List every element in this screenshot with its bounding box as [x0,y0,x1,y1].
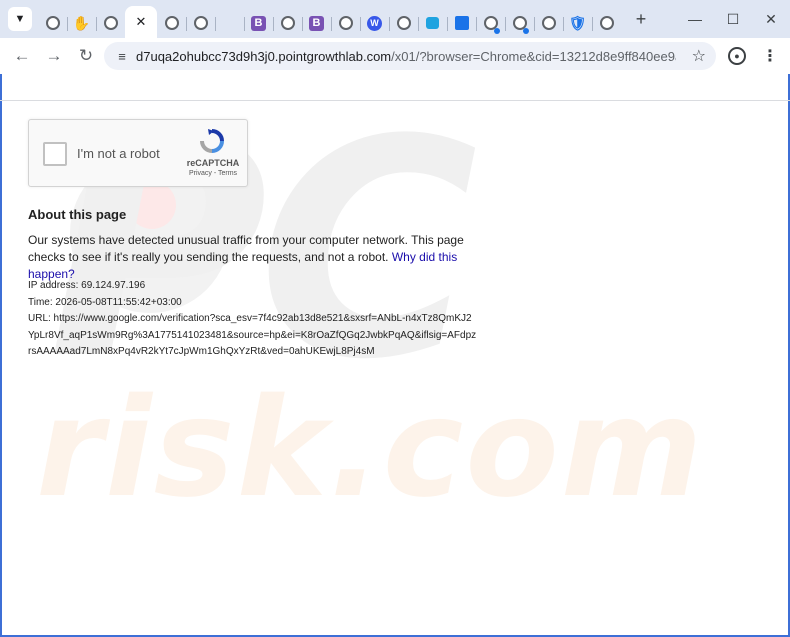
globe-icon [396,16,411,30]
forward-button[interactable]: → [40,42,68,70]
close-icon: ✕ [765,10,777,27]
new-tab-button[interactable]: + [629,7,653,31]
site-info-button[interactable]: ≡ [108,42,136,70]
url-path: /x01/?browser=Chrome&cid=13212d8e9ff840e… [391,48,676,64]
about-title: About this page [28,207,127,222]
recaptcha-links[interactable]: Privacy - Terms [181,170,245,177]
tab-8[interactable] [273,8,303,38]
maximize-button[interactable]: ☐ [714,0,752,38]
toolbar-divider [0,100,790,101]
window-controls: — ☐ ✕ [676,0,790,38]
bootstrap-icon: B [309,15,324,31]
arrow-right-icon: → [45,46,63,65]
close-window-button[interactable]: ✕ [752,0,790,38]
reload-button[interactable]: ↻ [72,42,100,70]
notification-dot-icon [494,28,500,34]
globe-icon [338,16,353,30]
globe-icon [280,16,295,30]
recaptcha-checkbox[interactable] [43,142,67,166]
blank-icon [223,16,237,30]
tab-6[interactable] [215,8,245,38]
maximize-icon: ☐ [726,10,740,27]
app-icon [454,16,469,30]
request-url-1: URL: https://www.google.com/verification… [28,313,472,324]
request-url-3: rsAAAAAad7LmN8xPq4vR2kYt7cJpWm1GhQxYzRt&… [28,346,375,357]
minimize-icon: — [688,11,702,27]
plus-icon: + [635,8,647,29]
arrow-left-icon: ← [13,46,31,65]
tab-strip: ▼ ✋ ✕ B B W 🛡 + — ☐ ✕ [0,0,790,38]
recaptcha-widget: I'm not a robot reCAPTCHA Privacy - Term… [28,119,248,187]
reload-icon: ↻ [78,46,94,65]
tab-12[interactable] [389,8,419,38]
hand-icon: ✋ [72,15,91,31]
globe-icon [164,16,179,30]
tab-1[interactable]: ✋ [67,8,97,38]
minimize-button[interactable]: — [676,0,714,38]
tab-16[interactable] [505,8,535,38]
recaptcha-logo-icon [200,129,224,153]
menu-kebab-icon[interactable]: ⋮ [762,46,778,66]
tab-10[interactable] [331,8,361,38]
request-url-2: YpLr8Vf_aqP1sWm9Rg%3A1775141023481&sourc… [28,329,477,341]
tab-9[interactable]: B [302,8,332,38]
url-text[interactable]: d7uqa2ohubcc73d9h3j0.pointgrowthlab.com/… [136,49,676,64]
chevron-down-icon: ▼ [14,13,26,25]
tab-search-button[interactable]: ▼ [8,7,32,31]
address-bar[interactable]: ≡ d7uqa2ohubcc73d9h3j0.pointgrowthlab.co… [104,42,716,70]
tab-13[interactable] [418,8,448,38]
globe-icon [193,16,208,30]
bootstrap-icon: B [251,15,266,31]
toolbar: ← → ↻ ≡ d7uqa2ohubcc73d9h3j0.pointgrowth… [0,38,790,74]
tab-19[interactable] [592,8,621,38]
globe-icon [541,16,556,30]
notification-dot-icon [523,28,529,34]
tab-0[interactable] [38,8,68,38]
request-time: Time: 2026-05-08T11:55:42+03:00 [28,296,182,308]
globe-icon [599,16,614,30]
recaptcha-label: I'm not a robot [77,146,160,161]
tab-17[interactable] [534,8,564,38]
tab-11[interactable]: W [360,8,390,38]
wordpress-icon: W [367,15,382,31]
tab-7[interactable]: B [244,8,274,38]
chat-icon [426,17,439,29]
tab-15[interactable] [476,8,506,38]
tab-18[interactable]: 🛡 [563,8,593,38]
tune-icon: ≡ [118,48,126,64]
profile-icon[interactable]: ● [728,47,746,65]
globe-icon [45,16,60,30]
back-button[interactable]: ← [8,42,36,70]
tab-14[interactable] [447,8,477,38]
request-details: IP address: 69.124.97.196 Time: 2026-05-… [28,278,498,361]
tab-4[interactable] [157,8,187,38]
shield-icon: 🛡 [568,15,587,31]
bookmark-star-icon[interactable]: ☆ [692,46,706,66]
ip-address: IP address: 69.124.97.196 [28,280,146,291]
globe-icon [103,16,118,30]
about-text: Our systems have detected unusual traffi… [28,232,488,283]
close-icon[interactable]: ✕ [136,14,147,30]
tab-list: ✋ ✕ B B W 🛡 [38,0,621,38]
url-domain: d7uqa2ohubcc73d9h3j0.pointgrowthlab.com [136,48,392,64]
tab-5[interactable] [186,8,216,38]
tab-2[interactable] [96,8,125,38]
recaptcha-brand: reCAPTCHA [186,158,240,168]
tab-active[interactable]: ✕ [125,6,157,38]
